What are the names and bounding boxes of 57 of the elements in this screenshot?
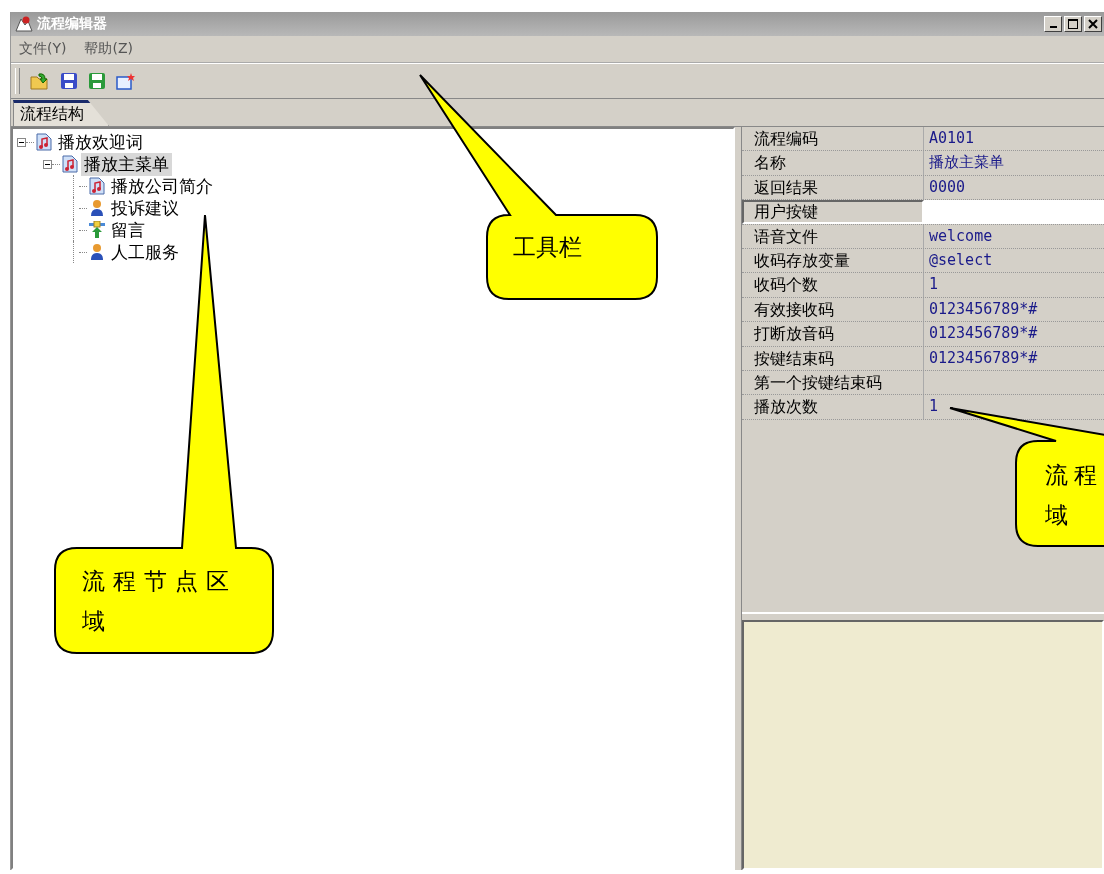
property-value: 1 bbox=[928, 274, 940, 296]
property-name[interactable]: 用户按键 bbox=[742, 200, 924, 225]
property-value: welcome bbox=[928, 225, 994, 247]
close-icon bbox=[1088, 19, 1098, 29]
open-folder-icon[interactable] bbox=[30, 72, 50, 90]
tree-item[interactable]: 播放欢迎词 bbox=[55, 130, 146, 154]
property-value: 1 bbox=[928, 396, 940, 418]
property-name[interactable]: 语音文件 bbox=[742, 224, 924, 248]
app-icon bbox=[15, 16, 33, 32]
property-value: A0101 bbox=[928, 128, 976, 149]
property-value: 播放主菜单 bbox=[928, 152, 1005, 174]
property-value: @select bbox=[928, 249, 994, 271]
property-name[interactable]: 打断放音码 bbox=[742, 322, 924, 346]
property-value: 0000 bbox=[928, 176, 967, 198]
callout-text: 流程 bbox=[1045, 461, 1103, 490]
audio-file-icon bbox=[36, 133, 52, 151]
tree-item[interactable]: 留言 bbox=[108, 218, 148, 242]
close-button[interactable] bbox=[1084, 16, 1102, 32]
callout-text: 流程节点区 bbox=[82, 567, 237, 596]
tab[interactable]: 流程结构 bbox=[13, 100, 109, 126]
property-name[interactable]: 播放次数 bbox=[742, 395, 924, 419]
callout-text: 工具栏 bbox=[513, 233, 582, 262]
collapse-toggle[interactable] bbox=[17, 137, 26, 147]
branch-icon bbox=[89, 221, 105, 239]
property-name[interactable]: 名称 bbox=[742, 151, 924, 175]
save-icon[interactable] bbox=[60, 72, 78, 90]
property-value: 0123456789*# bbox=[928, 298, 1039, 320]
menu-item[interactable]: 帮助(Z) bbox=[84, 40, 133, 58]
property-name[interactable]: 按键结束码 bbox=[742, 346, 924, 370]
maximize-icon bbox=[1068, 19, 1078, 29]
property-name[interactable]: 有效接收码 bbox=[742, 297, 924, 322]
property-name[interactable]: 第一个按键结束码 bbox=[742, 370, 924, 395]
property-value: 0123456789*# bbox=[928, 323, 1039, 345]
property-value: 0123456789*# bbox=[928, 347, 1039, 369]
tree-item[interactable]: 播放主菜单 bbox=[81, 152, 172, 176]
collapse-toggle[interactable] bbox=[43, 159, 52, 169]
callout-text: 域 bbox=[82, 607, 113, 636]
property-name[interactable]: 流程编码 bbox=[742, 127, 924, 151]
menu-item[interactable]: 文件(Y) bbox=[19, 40, 67, 58]
person-icon bbox=[89, 243, 105, 261]
tree-item[interactable]: 投诉建议 bbox=[108, 196, 182, 220]
person-icon bbox=[89, 199, 105, 217]
property-name[interactable]: 返回结果 bbox=[742, 175, 924, 200]
callout-text: 域 bbox=[1045, 501, 1074, 530]
save-as-icon[interactable] bbox=[88, 72, 106, 90]
property-name[interactable]: 收码个数 bbox=[742, 273, 924, 297]
tree-item[interactable]: 播放公司简介 bbox=[108, 174, 216, 198]
audio-file-icon bbox=[89, 177, 105, 195]
maximize-button[interactable] bbox=[1064, 16, 1082, 32]
property-input[interactable] bbox=[924, 200, 1104, 225]
window-title: 流程编辑器 bbox=[37, 15, 107, 33]
minimize-icon bbox=[1049, 26, 1057, 28]
new-window-icon[interactable] bbox=[116, 72, 136, 90]
property-name[interactable]: 收码存放变量 bbox=[742, 248, 924, 273]
minimize-button[interactable] bbox=[1044, 16, 1062, 32]
audio-file-icon bbox=[62, 155, 78, 173]
tree-item[interactable]: 人工服务 bbox=[108, 240, 182, 264]
